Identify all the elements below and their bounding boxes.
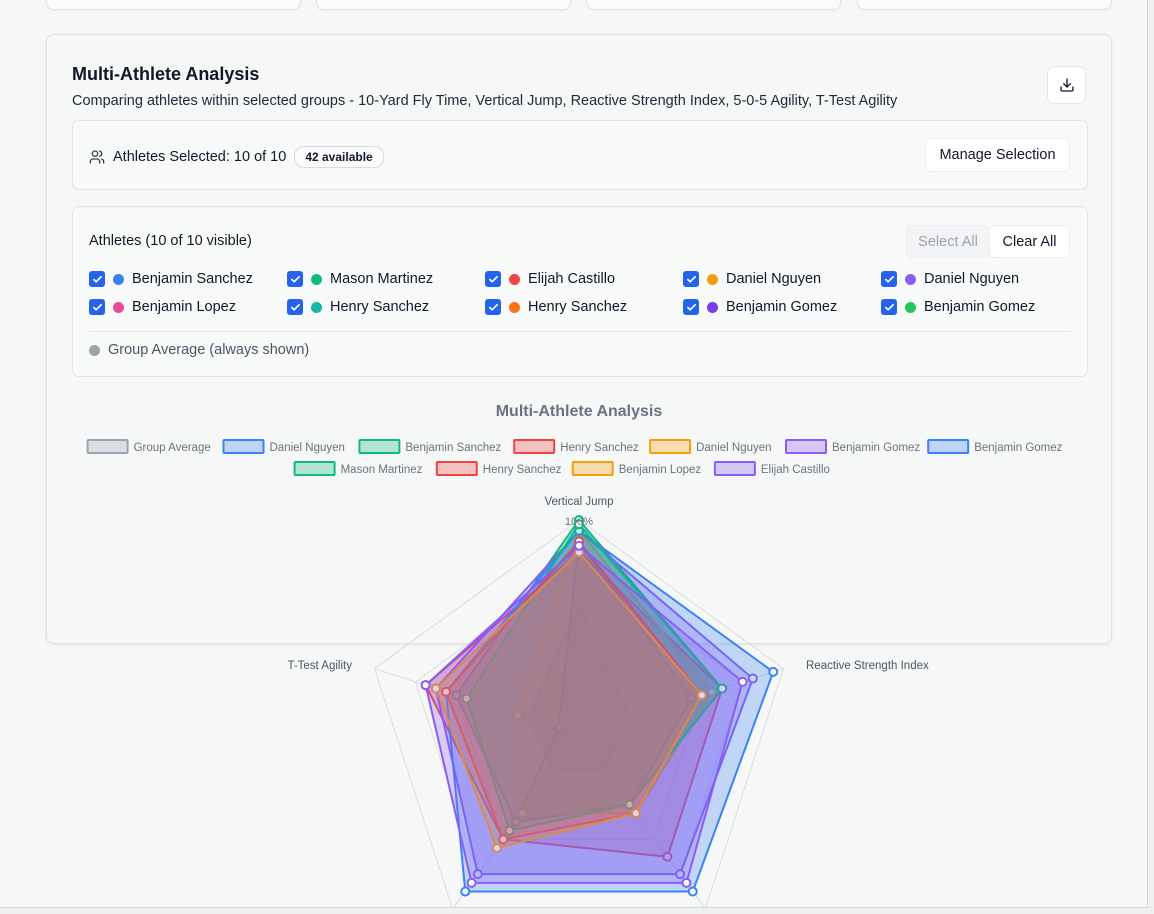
legend-label: Elijah Castillo [761, 464, 830, 476]
legend-swatch [435, 461, 478, 476]
legend-item[interactable]: Daniel Nguyen [222, 439, 345, 454]
legend-swatch [293, 461, 336, 476]
radar-chart: Multi-Athlete Analysis Group Average Dani… [86, 403, 1063, 907]
legend-swatch [358, 439, 401, 454]
radar-axis-label: Vertical Jump [544, 496, 613, 508]
legend-item[interactable]: Benjamin Gomez [785, 439, 920, 454]
legend-swatch [222, 439, 265, 454]
legend-item[interactable]: Group Average [86, 439, 211, 454]
legend-label: Daniel Nguyen [696, 442, 771, 454]
legend-label: Mason Martinez [341, 464, 423, 476]
radar-point [466, 877, 477, 888]
chart-legend: Group Average Daniel Nguyen Benjamin Sanch… [86, 439, 1063, 476]
chart-title: Multi-Athlete Analysis [496, 403, 663, 420]
legend-swatch [785, 439, 827, 454]
legend-item[interactable]: Benjamin Lopez [571, 461, 702, 476]
legend-swatch [713, 461, 756, 476]
radar-axis-label: T-Test Agility [287, 660, 352, 672]
radar-point [460, 886, 471, 897]
legend-item[interactable]: Henry Sanchez [513, 439, 639, 454]
legend-item[interactable]: Henry Sanchez [435, 461, 562, 476]
radar-series [420, 515, 779, 897]
legend-swatch [86, 439, 129, 454]
legend-label: Henry Sanchez [560, 442, 639, 454]
radar-point [687, 886, 698, 897]
radar-point [768, 666, 779, 677]
legend-item[interactable]: Benjamin Sanchez [358, 439, 502, 454]
legend-label: Benjamin Gomez [974, 442, 1062, 454]
legend-label: Henry Sanchez [483, 464, 562, 476]
legend-item[interactable]: Mason Martinez [293, 461, 423, 476]
radar-point [737, 676, 748, 687]
legend-label: Group Average [134, 442, 211, 454]
legend-swatch [649, 439, 692, 454]
legend-label: Benjamin Lopez [619, 464, 702, 476]
radar-series-group [420, 540, 748, 888]
legend-swatch [513, 439, 556, 454]
legend-item[interactable]: Daniel Nguyen [649, 439, 772, 454]
legend-label: Benjamin Sanchez [405, 442, 501, 454]
radar-tick-label: 100% [565, 516, 593, 528]
radar-point [574, 540, 584, 551]
legend-swatch [571, 461, 614, 476]
legend-item[interactable]: Elijah Castillo [713, 461, 830, 476]
radar-point [420, 680, 431, 691]
radar-axis-label: Reactive Strength Index [806, 660, 929, 672]
legend-item[interactable]: Benjamin Gomez [927, 439, 1063, 454]
page: Multi-Athlete Analysis Comparing athlete… [0, 0, 1148, 908]
radar-point [681, 877, 692, 888]
legend-label: Daniel Nguyen [270, 442, 345, 454]
legend-swatch [927, 439, 970, 454]
legend-label: Benjamin Gomez [832, 442, 920, 454]
